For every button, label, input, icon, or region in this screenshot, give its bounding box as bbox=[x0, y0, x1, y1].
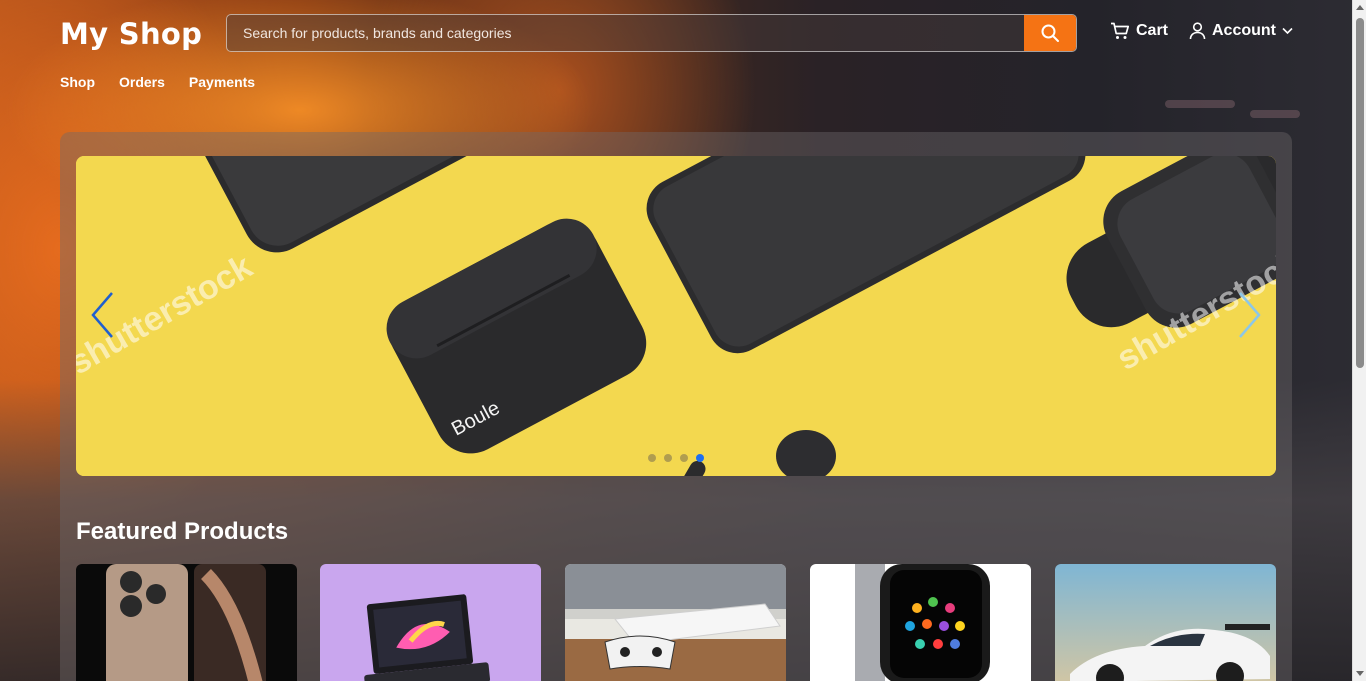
game-console-image bbox=[565, 564, 786, 681]
page-scrollbar[interactable] bbox=[1352, 0, 1366, 681]
chevron-down-icon bbox=[1282, 27, 1293, 35]
account-label: Account bbox=[1212, 22, 1276, 39]
sports-car-image bbox=[1055, 564, 1276, 681]
user-icon bbox=[1189, 22, 1206, 40]
cart-link[interactable]: Cart bbox=[1110, 22, 1168, 40]
search-icon bbox=[1041, 24, 1059, 42]
scroll-thumb[interactable] bbox=[1356, 18, 1364, 368]
product-card[interactable] bbox=[565, 564, 786, 681]
cart-label: Cart bbox=[1136, 22, 1169, 39]
nav-orders[interactable]: Orders bbox=[119, 74, 165, 90]
hero-carousel[interactable]: Boule shutterstock shutterstock bbox=[76, 156, 1276, 476]
product-card[interactable] bbox=[320, 564, 541, 681]
carousel-dot[interactable] bbox=[680, 454, 688, 462]
carousel-slide-image: Boule shutterstock shutterstock bbox=[76, 156, 1276, 476]
smartphone-image bbox=[76, 564, 297, 681]
carousel-indicators bbox=[648, 454, 704, 462]
main-nav: Shop Orders Payments bbox=[60, 74, 255, 90]
carousel-next-arrow[interactable] bbox=[1234, 290, 1264, 340]
nav-payments[interactable]: Payments bbox=[189, 74, 255, 90]
site-header: My Shop Cart Account Shop Orders Pay bbox=[0, 0, 1352, 120]
carousel-dot[interactable] bbox=[648, 454, 656, 462]
featured-products-title: Featured Products bbox=[76, 518, 289, 545]
cart-icon bbox=[1111, 22, 1130, 39]
laptop-image bbox=[320, 564, 541, 681]
site-logo[interactable]: My Shop bbox=[60, 17, 202, 51]
smartwatch-image bbox=[810, 564, 1031, 681]
search-input[interactable] bbox=[227, 15, 1025, 51]
product-card[interactable] bbox=[76, 564, 297, 681]
scroll-down-arrow[interactable] bbox=[1356, 671, 1364, 676]
search-bar bbox=[226, 14, 1077, 52]
search-button[interactable] bbox=[1024, 15, 1076, 51]
product-card[interactable] bbox=[810, 564, 1031, 681]
scroll-up-arrow[interactable] bbox=[1356, 5, 1364, 10]
carousel-dot-active[interactable] bbox=[696, 454, 704, 462]
product-card[interactable] bbox=[1055, 564, 1276, 681]
carousel-dot[interactable] bbox=[664, 454, 672, 462]
carousel-prev-arrow[interactable] bbox=[88, 290, 118, 340]
account-menu[interactable]: Account bbox=[1189, 22, 1293, 40]
nav-shop[interactable]: Shop bbox=[60, 74, 95, 90]
